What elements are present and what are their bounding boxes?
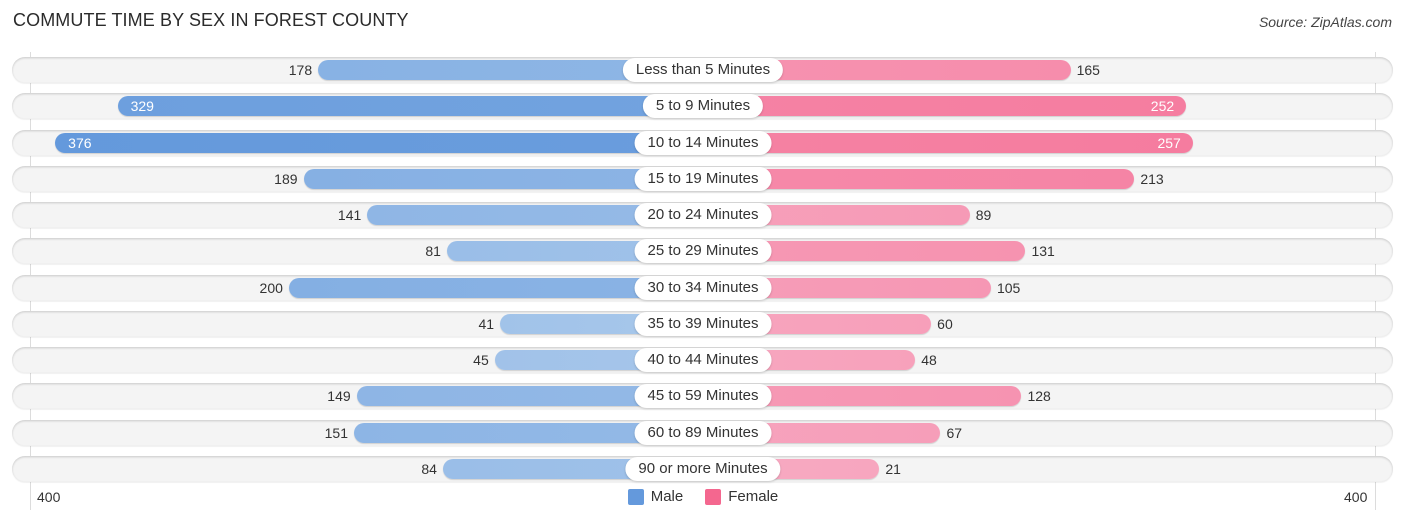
source-label: Source: ZipAtlas.com xyxy=(1258,14,1392,30)
category-label: 25 to 29 Minutes xyxy=(634,239,772,264)
chart-title: COMMUTE TIME BY SEX IN FOREST COUNTY xyxy=(13,10,409,30)
legend-swatch-male xyxy=(627,488,644,505)
category-label: 15 to 19 Minutes xyxy=(634,166,772,191)
category-label: 10 to 14 Minutes xyxy=(634,130,772,155)
category-label: 90 or more Minutes xyxy=(625,456,781,481)
value-label-male: 149 xyxy=(327,388,351,405)
category-label: 30 to 34 Minutes xyxy=(634,275,772,300)
category-label: 5 to 9 Minutes xyxy=(642,94,764,119)
value-label-male: 41 xyxy=(478,315,495,332)
value-label-female: 128 xyxy=(1027,388,1051,405)
legend-swatch-female xyxy=(705,488,722,505)
value-label-male: 329 xyxy=(130,98,154,115)
category-label: Less than 5 Minutes xyxy=(622,58,784,82)
value-label-female: 165 xyxy=(1076,62,1100,78)
value-label-male: 141 xyxy=(337,207,362,223)
value-label-female: 252 xyxy=(1150,98,1175,115)
value-label-female: 213 xyxy=(1140,170,1164,187)
value-label-female: 89 xyxy=(975,207,992,223)
bar-female[interactable] xyxy=(703,132,1193,153)
value-label-female: 48 xyxy=(921,352,937,368)
value-label-female: 131 xyxy=(1031,243,1055,260)
legend-label-female: Female xyxy=(728,488,779,505)
bar-female[interactable] xyxy=(703,96,1187,117)
value-label-male: 200 xyxy=(259,279,283,296)
value-label-female: 21 xyxy=(885,460,901,477)
legend: Male Female xyxy=(0,488,1406,505)
legend-item-female[interactable]: Female xyxy=(705,488,778,505)
category-label: 45 to 59 Minutes xyxy=(634,384,772,409)
category-label: 20 to 24 Minutes xyxy=(634,203,772,227)
value-label-male: 45 xyxy=(473,352,489,368)
category-label: 35 to 39 Minutes xyxy=(634,311,772,336)
value-label-female: 60 xyxy=(937,315,953,332)
value-label-female: 257 xyxy=(1157,134,1181,151)
value-label-female: 105 xyxy=(996,279,1021,296)
value-label-male: 81 xyxy=(425,243,441,260)
value-label-male: 84 xyxy=(421,460,437,477)
legend-label-male: Male xyxy=(650,488,684,505)
value-label-female: 67 xyxy=(946,424,963,441)
category-label: 40 to 44 Minutes xyxy=(634,348,772,372)
category-label: 60 to 89 Minutes xyxy=(634,420,772,445)
value-label-male: 178 xyxy=(288,62,313,78)
value-label-male: 151 xyxy=(324,424,348,441)
bar-male[interactable] xyxy=(117,96,703,117)
value-label-male: 189 xyxy=(274,170,298,187)
value-label-male: 376 xyxy=(68,134,92,151)
legend-item-male[interactable]: Male xyxy=(627,488,684,505)
bar-male[interactable] xyxy=(55,132,703,153)
